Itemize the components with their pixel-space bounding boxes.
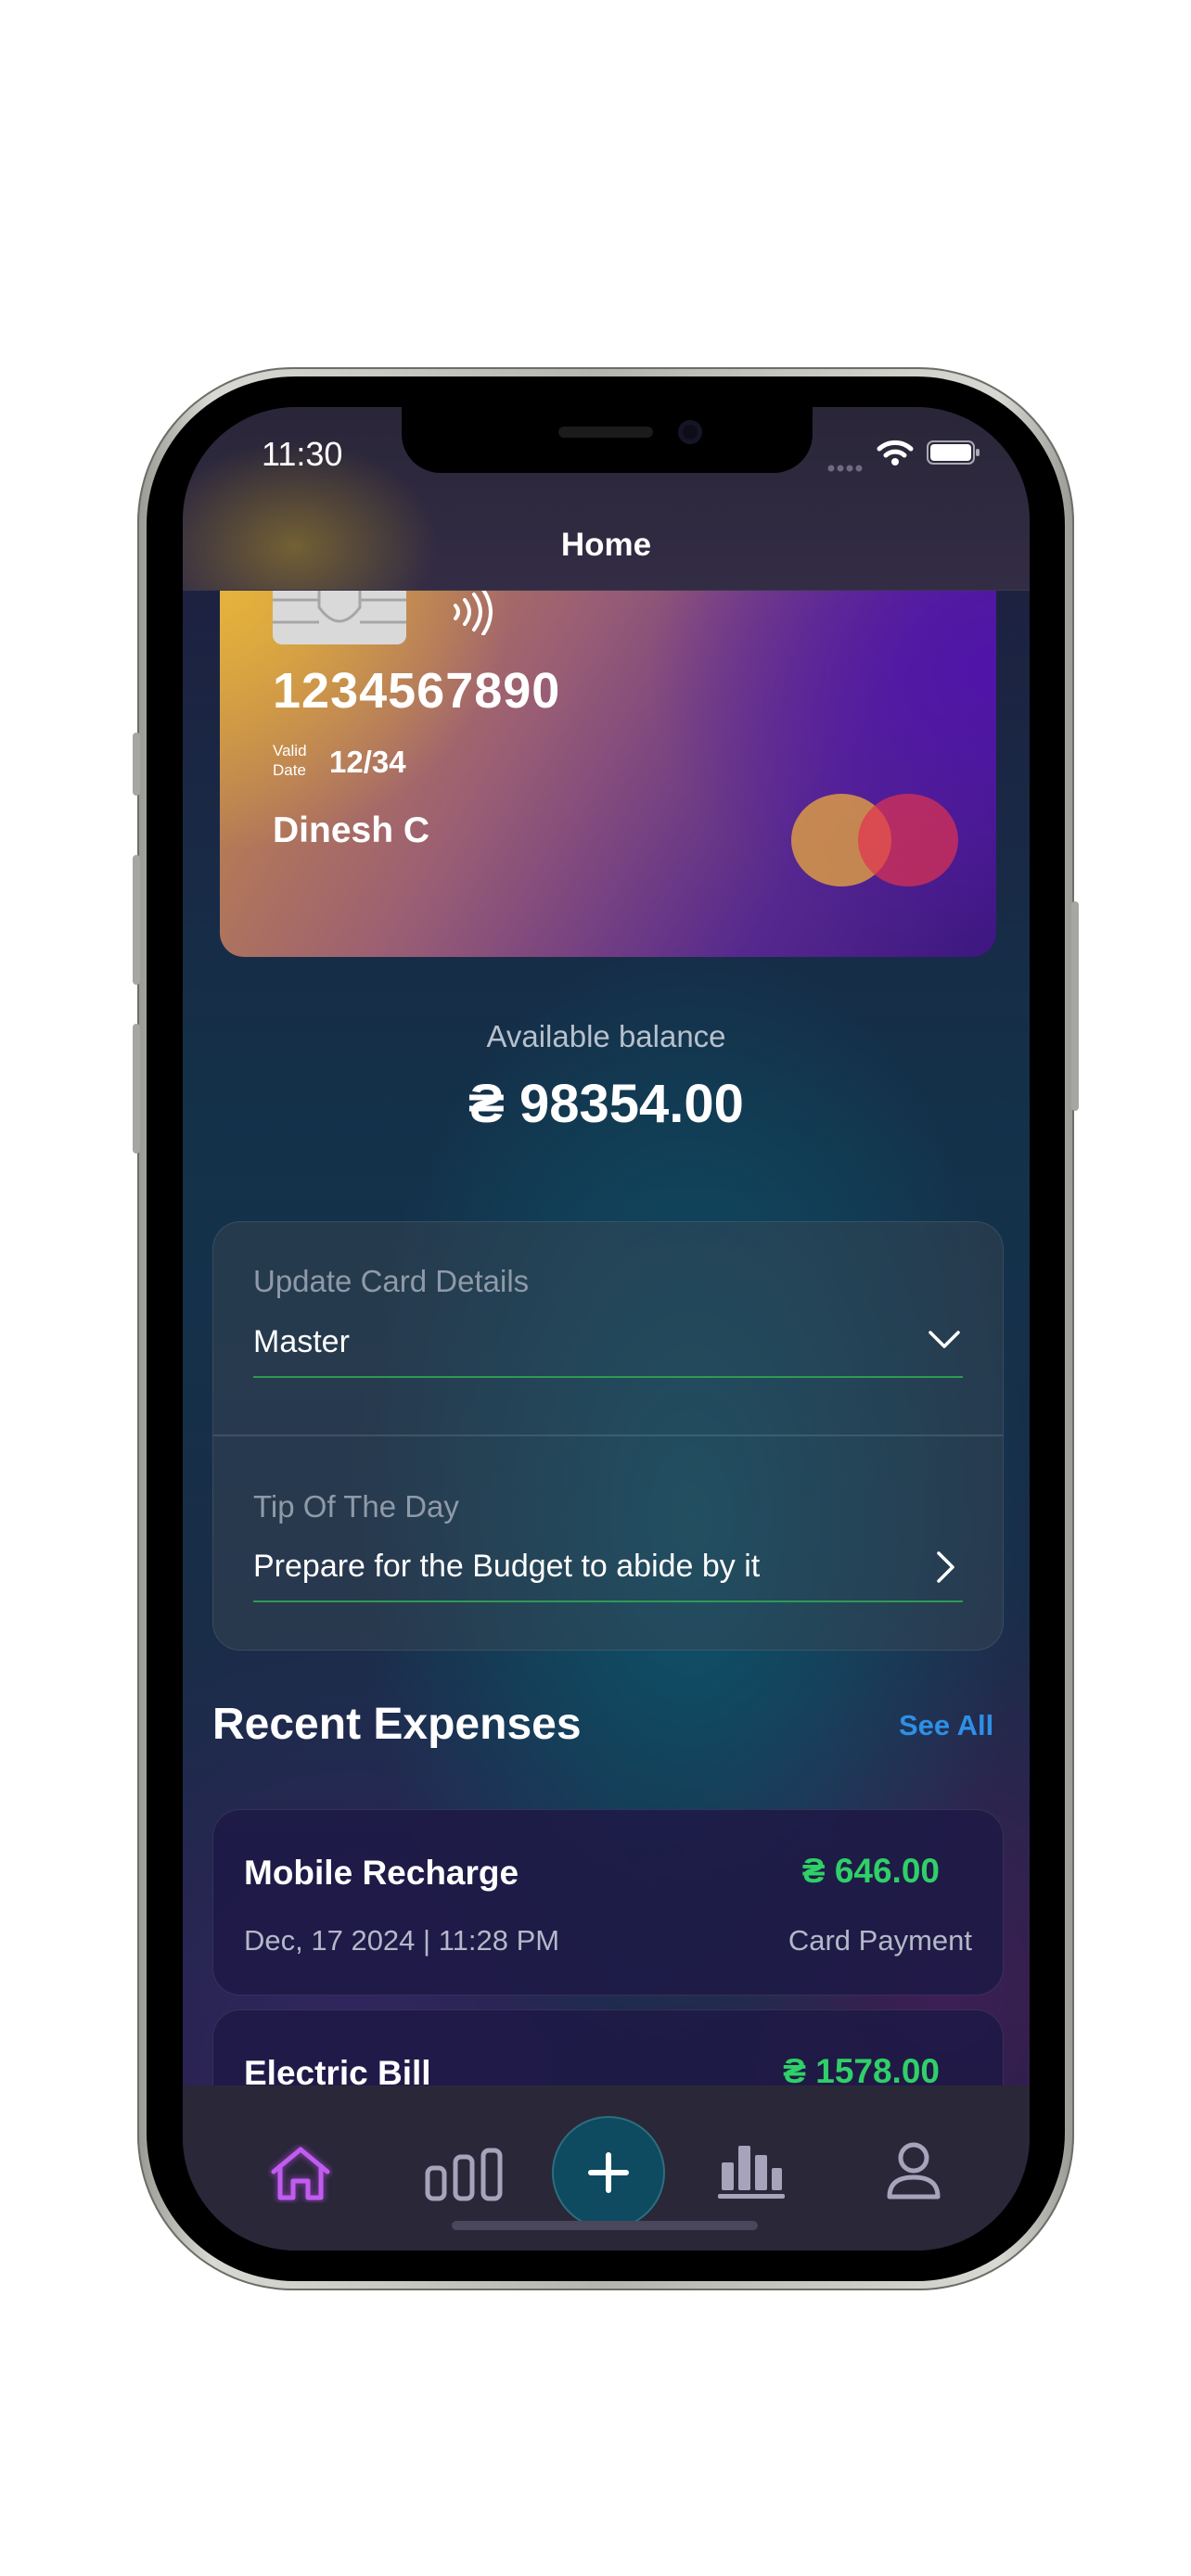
tip-underline <box>253 1600 963 1602</box>
contactless-icon <box>450 588 493 640</box>
profile-icon[interactable] <box>886 2140 941 2204</box>
wifi-icon <box>877 439 914 471</box>
tip-of-the-day-row[interactable]: Prepare for the Budget to abide by it <box>253 1549 963 1602</box>
front-camera <box>678 420 702 444</box>
mastercard-logo-circle <box>858 794 958 886</box>
battery-icon <box>927 440 980 469</box>
signal-dots-icon <box>827 460 864 477</box>
card-holder-name: Dinesh C <box>273 810 430 850</box>
expense-amount: ₴ 646.00 <box>801 1852 940 1890</box>
add-expense-button[interactable] <box>552 2116 665 2229</box>
chevron-down-icon <box>928 1330 961 1355</box>
volume-down-button <box>133 1024 140 1154</box>
bar-chart-icon[interactable] <box>425 2148 503 2206</box>
expense-date: Dec, 17 2024 | 11:28 PM <box>244 1924 560 1957</box>
panel-divider <box>213 1435 1003 1436</box>
page-title: Home <box>560 527 652 563</box>
valid-date: 12/34 <box>329 745 406 779</box>
home-indicator <box>452 2221 758 2230</box>
dropdown-underline <box>253 1376 963 1378</box>
tip-label: Tip Of The Day <box>253 1489 459 1524</box>
balance-label: Available balance <box>486 1019 726 1053</box>
volume-up-button <box>133 855 140 985</box>
speaker <box>558 427 653 438</box>
update-card-label: Update Card Details <box>253 1264 530 1298</box>
power-button <box>1071 901 1079 1111</box>
plus-icon <box>588 2152 629 2198</box>
see-all-link[interactable]: See All <box>899 1709 993 1742</box>
expense-payment-method: Card Payment <box>788 1924 972 1957</box>
recent-expenses-title: Recent Expenses <box>212 1700 582 1749</box>
silent-switch <box>133 733 140 796</box>
status-time: 11:30 <box>262 435 343 473</box>
card-type-value: Master <box>253 1324 350 1359</box>
notch <box>402 407 813 473</box>
tip-text: Prepare for the Budget to abide by it <box>253 1549 761 1584</box>
stats-icon[interactable] <box>718 2142 785 2204</box>
expense-item[interactable]: Mobile Recharge ₴ 646.00 Dec, 17 2024 | … <box>212 1809 1004 1996</box>
card-number: 1234567890 <box>273 663 561 719</box>
valid-date-label: Valid Date <box>273 742 307 779</box>
chevron-right-icon <box>936 1550 956 1588</box>
balance-value: ₴ 98354.00 <box>468 1074 744 1134</box>
app-screen: 11:30 Home 1234567890 Valid Date 12/34 D… <box>183 407 1030 2251</box>
home-icon[interactable] <box>268 2144 333 2208</box>
expense-name: Mobile Recharge <box>244 1854 519 1892</box>
card-type-dropdown[interactable]: Master <box>253 1324 963 1378</box>
card-details-panel: Update Card Details Master Tip Of The Da… <box>212 1221 1004 1651</box>
